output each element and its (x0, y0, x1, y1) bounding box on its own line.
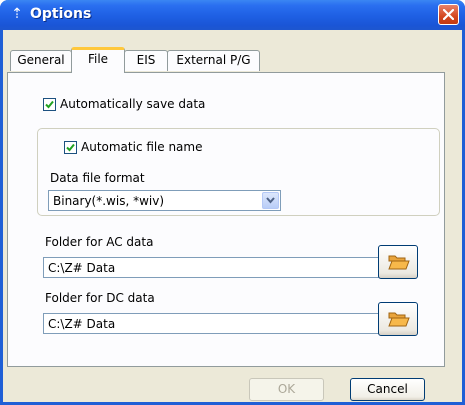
folder-open-icon (388, 255, 410, 270)
dc-folder-input[interactable]: C:\Z# Data (43, 313, 379, 334)
tab-general[interactable]: General (10, 50, 72, 71)
close-button[interactable] (438, 4, 459, 25)
arrow-icon: ⇡ (11, 6, 23, 22)
title-bar[interactable]: ⇡ Options (0, 0, 465, 30)
dc-folder-label: Folder for DC data (45, 291, 155, 305)
dc-browse-button[interactable] (378, 302, 418, 336)
auto-file-name-checkbox[interactable] (64, 141, 77, 154)
chevron-down-icon (266, 197, 275, 204)
data-format-select[interactable]: Binary(*.wis, *wiv) (48, 190, 281, 211)
dropdown-button[interactable] (262, 192, 279, 209)
cancel-button[interactable]: Cancel (350, 378, 425, 401)
tab-strip: General File EIS External P/G (10, 47, 450, 73)
ac-browse-button[interactable] (378, 245, 418, 279)
ok-button[interactable]: OK (249, 378, 324, 401)
data-format-value: Binary(*.wis, *wiv) (53, 194, 165, 208)
window-title: Options (30, 6, 92, 22)
auto-save-checkbox[interactable] (43, 98, 56, 111)
folder-open-icon (388, 312, 410, 327)
tab-external-pg[interactable]: External P/G (167, 50, 260, 71)
data-format-label: Data file format (50, 171, 145, 185)
auto-save-label: Automatically save data (60, 97, 206, 111)
tab-file[interactable]: File (71, 47, 125, 73)
checkmark-icon (45, 100, 54, 109)
close-icon (443, 9, 454, 20)
auto-file-name-label: Automatic file name (81, 140, 203, 154)
checkmark-icon (66, 143, 75, 152)
tab-eis[interactable]: EIS (124, 50, 168, 71)
ac-folder-label: Folder for AC data (45, 235, 154, 249)
ac-folder-input[interactable]: C:\Z# Data (43, 257, 379, 278)
